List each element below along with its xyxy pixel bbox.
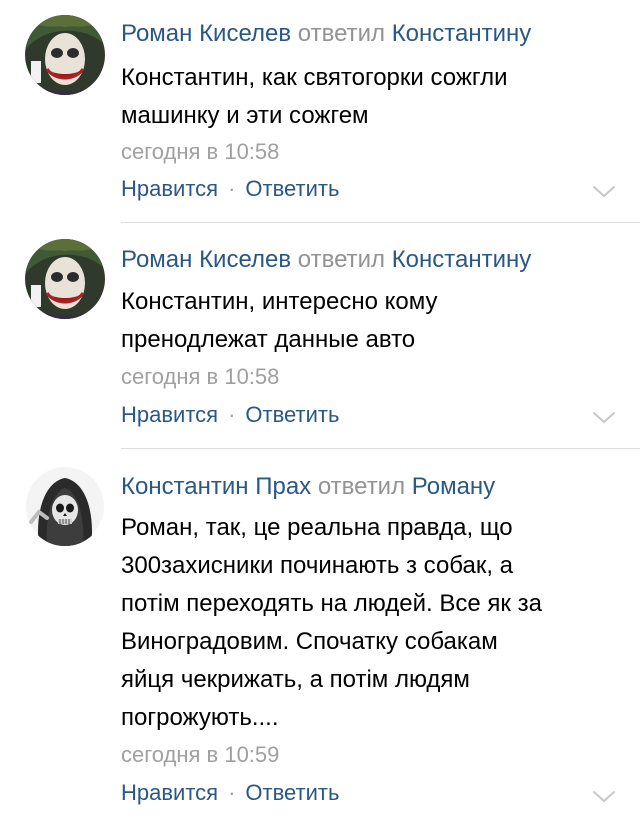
comment-text-line: потім переходять на людей. Все як за (121, 590, 542, 617)
replied-label: ответил (297, 246, 386, 273)
comment-text: Константин, интересно кому пренодлежат д… (121, 283, 621, 359)
joker-avatar-icon[interactable] (25, 239, 105, 319)
comment-text-line: Виноградовим. Спочатку собакам (121, 628, 498, 655)
comment-divider (121, 222, 640, 223)
comment-text: Константин, как святогорки сожгли машинк… (121, 59, 621, 135)
comment-header: Роман Киселев ответил Константину (121, 19, 531, 49)
chevron-down-icon[interactable] (592, 790, 616, 804)
chevron-down-icon[interactable] (592, 185, 616, 199)
comment-divider (121, 448, 640, 449)
comment-timestamp: сегодня в 10:58 (121, 364, 280, 389)
replied-label: ответил (317, 473, 406, 500)
comment-text-line: погрожують.... (121, 704, 279, 731)
reply-button[interactable]: Ответить (245, 402, 339, 427)
chevron-down-icon[interactable] (592, 411, 616, 425)
like-button[interactable]: Нравится (121, 176, 218, 201)
reply-target-link[interactable]: Константину (392, 20, 532, 47)
reply-button[interactable]: Ответить (245, 176, 339, 201)
comment-header: Роман Киселев ответил Константину (121, 245, 531, 275)
comment-text-line: пренодлежат данные авто (121, 326, 416, 353)
comment-text-line: яйця чекрижать, а потім людям (121, 666, 470, 693)
author-link[interactable]: Роман Киселев (121, 246, 291, 273)
like-button[interactable]: Нравится (121, 402, 218, 427)
replied-label: ответил (297, 20, 386, 47)
comment-text-line: 300захисники починають з собак, а (121, 552, 514, 579)
comment-text-line: машинку и эти сожгем (121, 102, 369, 129)
like-button[interactable]: Нравится (121, 780, 218, 805)
comment-header: Константин Прах ответил Роману (121, 472, 495, 502)
comment-timestamp: сегодня в 10:59 (121, 742, 280, 767)
reply-button[interactable]: Ответить (245, 780, 339, 805)
comment-actions: Нравится · Ответить (121, 779, 339, 807)
reply-target-link[interactable]: Константину (392, 246, 532, 273)
author-link[interactable]: Роман Киселев (121, 20, 291, 47)
comment-timestamp: сегодня в 10:58 (121, 139, 280, 164)
comment-actions: Нравится · Ответить (121, 401, 339, 429)
actions-separator: · (228, 402, 236, 427)
comment-actions: Нравится · Ответить (121, 175, 339, 203)
comment-text-line: Роман, так, це реальна правда, що (121, 514, 513, 541)
joker-avatar-icon[interactable] (25, 15, 105, 95)
reply-target-link[interactable]: Роману (412, 473, 495, 500)
actions-separator: · (228, 780, 236, 805)
comment-text-line: Константин, интересно кому (121, 288, 438, 315)
skull-avatar-icon[interactable] (25, 466, 105, 546)
comment-text-line: Константин, как святогорки сожгли (121, 64, 508, 91)
comment-text: Роман, так, це реальна правда, що 300зах… (121, 509, 621, 737)
actions-separator: · (228, 176, 236, 201)
author-link[interactable]: Константин Прах (121, 473, 311, 500)
